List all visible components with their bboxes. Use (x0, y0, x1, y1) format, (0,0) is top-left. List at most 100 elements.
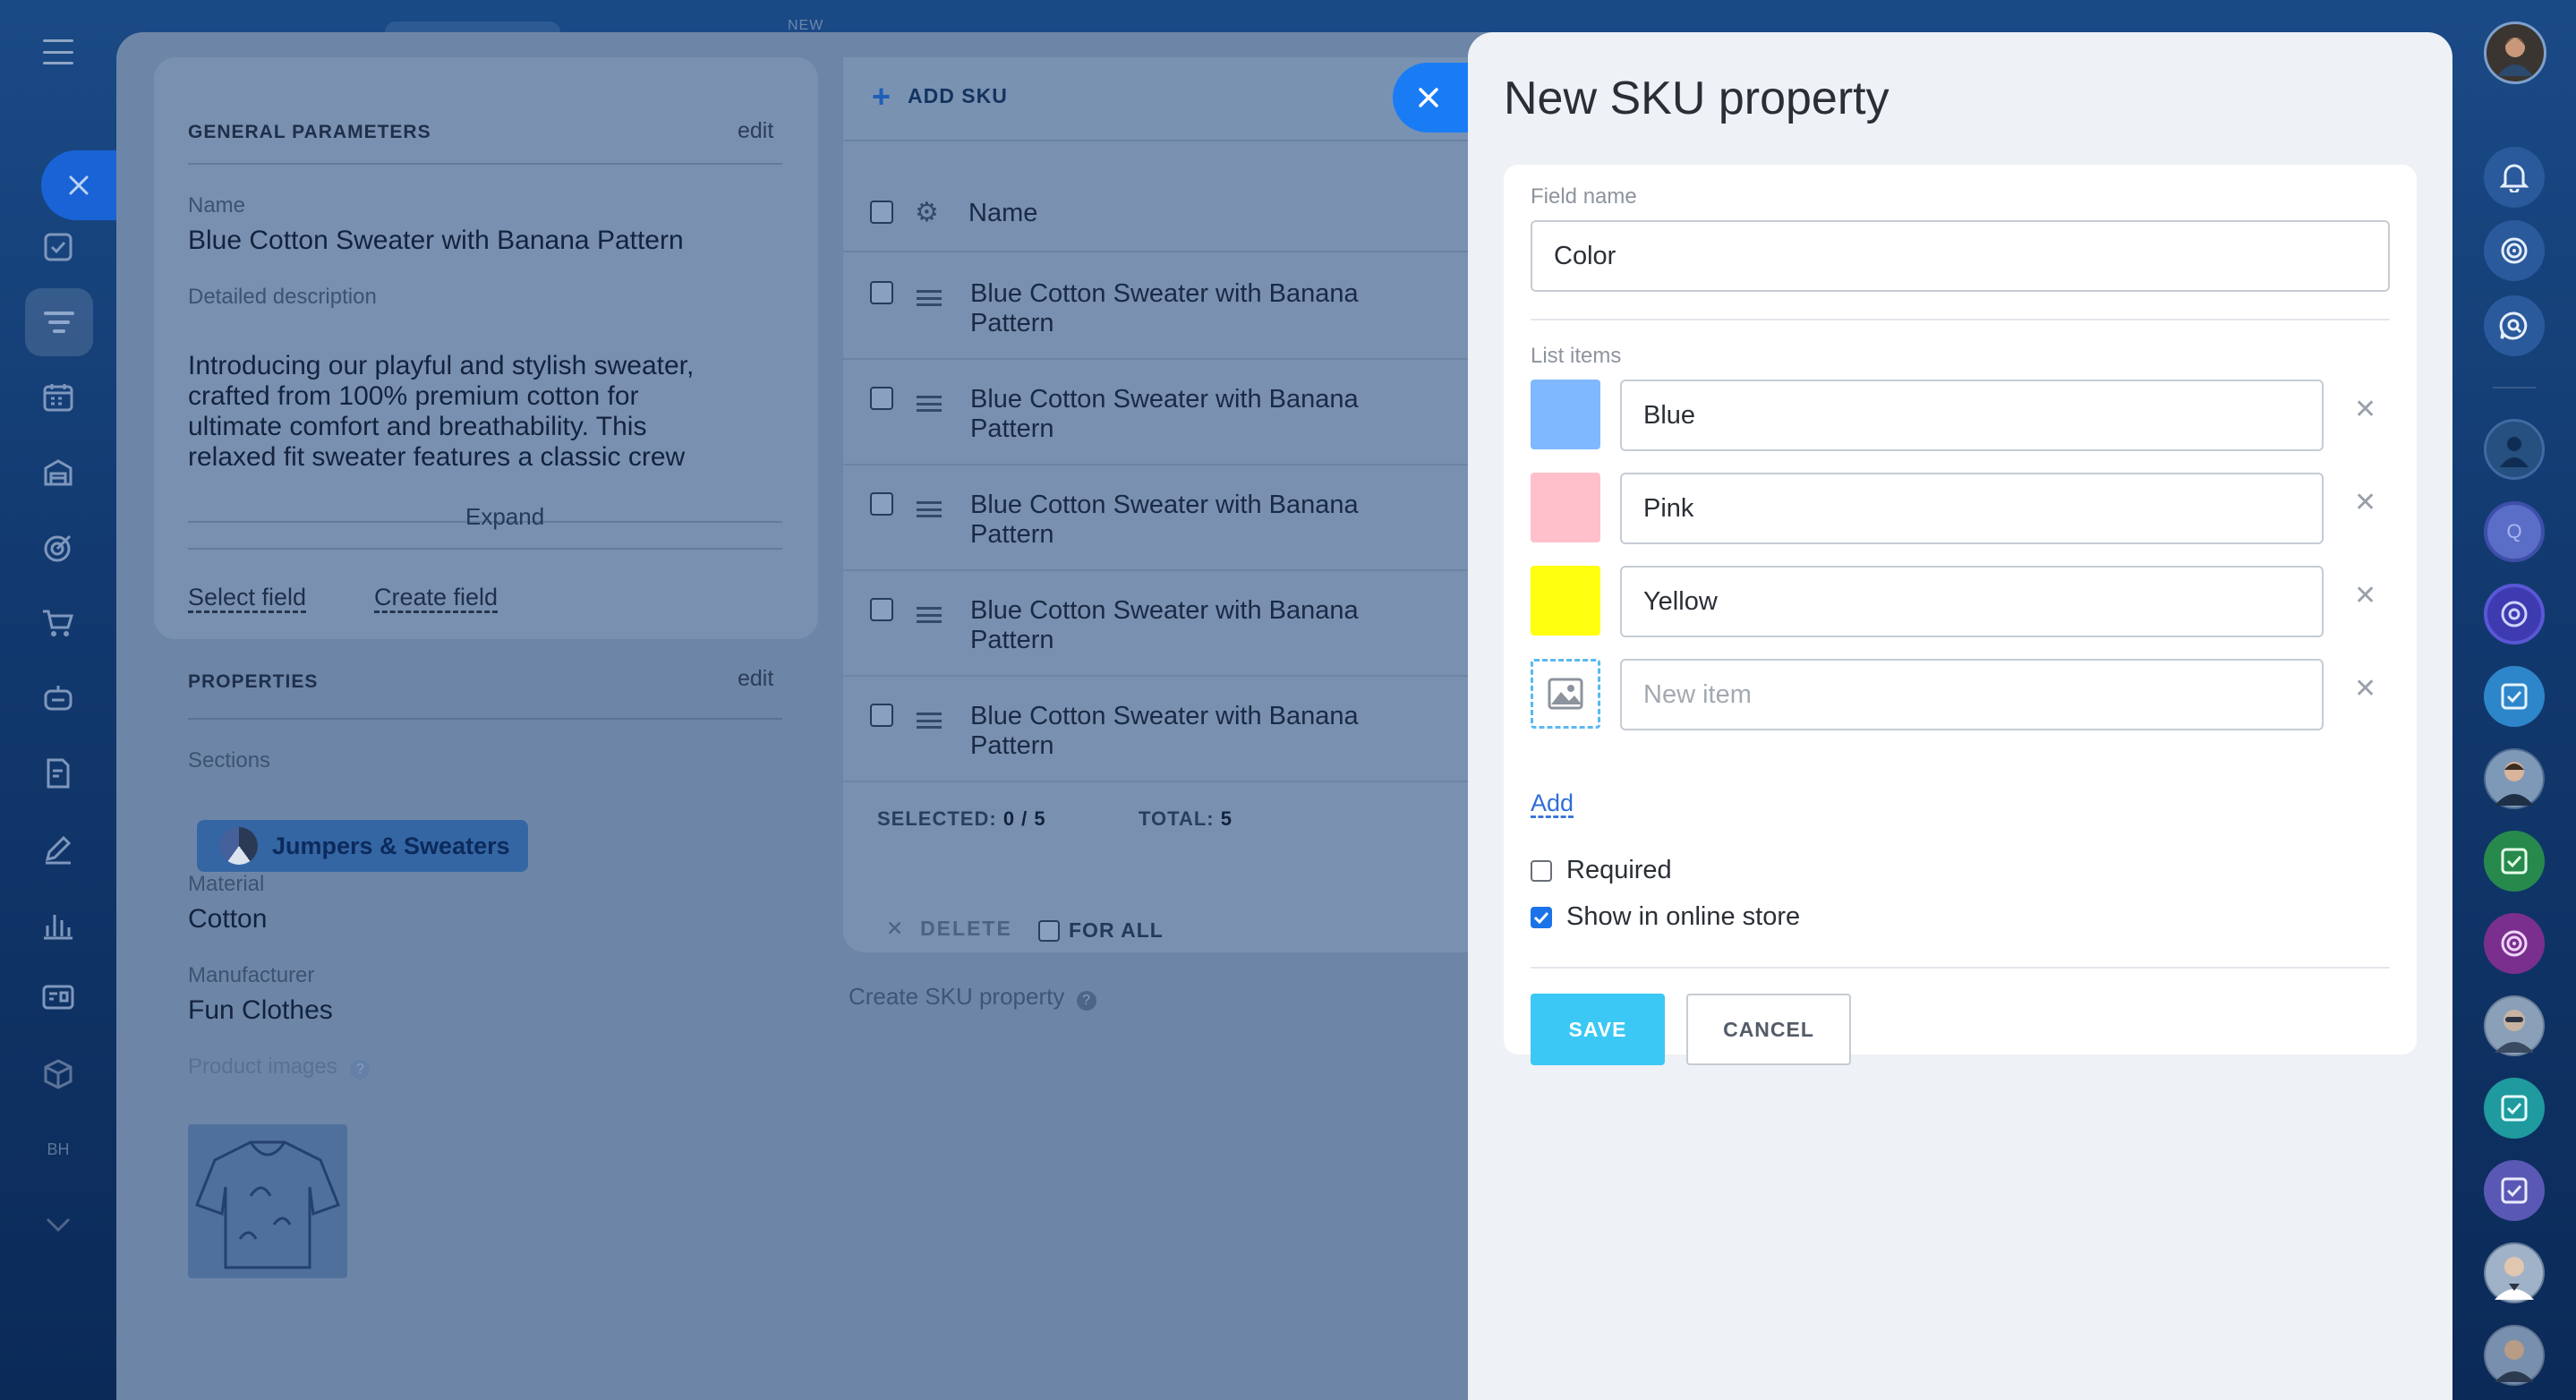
robot-icon[interactable] (37, 677, 80, 720)
cart-icon[interactable] (37, 602, 80, 645)
required-checkbox[interactable]: Required (1531, 856, 1672, 885)
select-field-link[interactable]: Select field (188, 584, 306, 611)
target-icon[interactable] (2484, 220, 2545, 281)
material-value[interactable]: Cotton (188, 904, 267, 935)
cancel-button[interactable]: CANCEL (1686, 994, 1851, 1065)
help-icon[interactable]: ? (1076, 991, 1096, 1011)
row-checkbox[interactable] (870, 492, 893, 516)
catalog-icon[interactable] (25, 288, 93, 356)
avatar-2[interactable] (2484, 748, 2545, 809)
user-avatar[interactable] (2484, 21, 2546, 84)
task-icon-3[interactable] (2484, 1078, 2545, 1139)
box-icon[interactable] (37, 1053, 80, 1096)
row-checkbox[interactable] (870, 598, 893, 621)
show-in-store-box[interactable] (1531, 906, 1552, 928)
drag-handle-icon[interactable] (917, 607, 942, 623)
chat-search-icon[interactable] (2484, 295, 2545, 356)
delete-button[interactable]: ✕ DELETE (886, 917, 1012, 941)
remove-item-icon[interactable]: ✕ (2354, 673, 2376, 704)
properties-edit-link[interactable]: edit (738, 666, 773, 692)
help-icon[interactable]: ? (350, 1060, 371, 1080)
list-item-input[interactable]: Yellow (1620, 566, 2324, 637)
task-icon-2[interactable] (2484, 831, 2545, 892)
field-name-input[interactable]: Color (1531, 220, 2390, 292)
row-name[interactable]: Blue Cotton Sweater with Banana Pattern (970, 702, 1391, 761)
document-edit-icon[interactable] (37, 752, 80, 795)
section-chip[interactable]: Jumpers & Sweaters (197, 820, 528, 872)
row-name[interactable]: Blue Cotton Sweater with Banana Pattern (970, 596, 1391, 655)
description-text[interactable]: Introducing our playful and stylish swea… (188, 351, 734, 498)
table-row[interactable]: Blue Cotton Sweater with Banana Pattern (843, 358, 1522, 465)
property-form: Field name Color List items Blue ✕ Pink … (1504, 165, 2417, 1065)
drag-handle-icon[interactable] (917, 713, 942, 729)
product-image-thumbnail[interactable] (188, 1124, 347, 1278)
new-item-input[interactable]: New item (1620, 659, 2324, 730)
avatar-5[interactable] (2484, 1325, 2545, 1386)
warehouse-icon[interactable] (37, 451, 80, 494)
remove-item-icon[interactable]: ✕ (2354, 394, 2376, 425)
for-all-checkbox[interactable]: FOR ALL (1038, 918, 1164, 943)
q-avatar[interactable]: Q (2484, 501, 2545, 562)
row-name[interactable]: Blue Cotton Sweater with Banana Pattern (970, 385, 1391, 444)
list-item-input[interactable]: Blue (1620, 380, 2324, 451)
add-item-link[interactable]: Add (1531, 790, 1574, 817)
avatar-4[interactable] (2484, 1242, 2545, 1303)
signature-icon[interactable] (37, 827, 80, 870)
bell-icon[interactable] (2484, 147, 2545, 208)
image-placeholder-swatch[interactable] (1531, 659, 1600, 729)
select-all-checkbox[interactable] (870, 201, 893, 224)
task-icon-1[interactable] (2484, 666, 2545, 727)
general-edit-link[interactable]: edit (738, 118, 773, 144)
drag-handle-icon[interactable] (917, 396, 942, 412)
add-sku-button[interactable]: + ADD SKU (872, 80, 1008, 112)
table-row[interactable]: Blue Cotton Sweater with Banana Pattern (843, 464, 1522, 571)
card-icon[interactable] (37, 976, 80, 1019)
top-tab[interactable] (385, 21, 560, 32)
fingerprint-avatar[interactable] (2484, 913, 2545, 974)
row-checkbox[interactable] (870, 387, 893, 410)
for-all-box[interactable] (1038, 919, 1060, 942)
divider (188, 718, 782, 720)
task-icon-4[interactable] (2484, 1160, 2545, 1221)
color-swatch-blue[interactable] (1531, 380, 1600, 449)
analytics-icon[interactable] (37, 902, 80, 945)
column-name-header[interactable]: Name (968, 199, 1037, 228)
target-icon[interactable] (37, 526, 80, 569)
create-sku-property-link[interactable]: Create SKU property ? (849, 983, 1096, 1011)
row-checkbox[interactable] (870, 704, 893, 727)
name-value[interactable]: Blue Cotton Sweater with Banana Pattern (188, 226, 684, 256)
avatar-3[interactable] (2484, 995, 2545, 1056)
avatar-1[interactable] (2484, 419, 2545, 480)
save-button[interactable]: SAVE (1531, 994, 1665, 1065)
field-name-label: Field name (1531, 184, 1637, 209)
manufacturer-value[interactable]: Fun Clothes (188, 995, 333, 1026)
required-box[interactable] (1531, 859, 1552, 882)
product-page: GENERAL PARAMETERS edit Name Blue Cotton… (116, 32, 1522, 1400)
gear-icon[interactable]: ⚙ (915, 197, 939, 228)
chevron-down-icon[interactable] (37, 1203, 80, 1246)
remove-item-icon[interactable]: ✕ (2354, 487, 2376, 518)
drag-handle-icon[interactable] (917, 501, 942, 517)
table-row[interactable]: Blue Cotton Sweater with Banana Pattern (843, 569, 1522, 677)
bh-label[interactable]: BH (37, 1128, 80, 1171)
color-swatch-yellow[interactable] (1531, 566, 1600, 636)
row-checkbox[interactable] (870, 281, 893, 304)
expand-button[interactable]: Expand (465, 503, 544, 531)
remove-item-icon[interactable]: ✕ (2354, 580, 2376, 611)
row-name[interactable]: Blue Cotton Sweater with Banana Pattern (970, 279, 1391, 338)
checkmark-icon (1533, 911, 1549, 924)
list-item-input[interactable]: Pink (1620, 473, 2324, 544)
group-avatar[interactable] (2484, 584, 2545, 645)
calendar-icon[interactable] (37, 376, 80, 419)
menu-icon[interactable] (43, 39, 73, 64)
show-in-store-checkbox[interactable]: Show in online store (1531, 902, 1800, 932)
color-swatch-pink[interactable] (1531, 473, 1600, 542)
tasks-icon[interactable] (37, 226, 80, 269)
create-field-link[interactable]: Create field (374, 584, 498, 611)
close-sidebar-button[interactable] (41, 150, 116, 220)
table-row[interactable]: Blue Cotton Sweater with Banana Pattern (843, 675, 1522, 782)
drag-handle-icon[interactable] (917, 290, 942, 306)
row-name[interactable]: Blue Cotton Sweater with Banana Pattern (970, 491, 1391, 550)
table-row[interactable]: Blue Cotton Sweater with Banana Pattern (843, 252, 1522, 360)
add-sku-label: ADD SKU (908, 84, 1008, 107)
